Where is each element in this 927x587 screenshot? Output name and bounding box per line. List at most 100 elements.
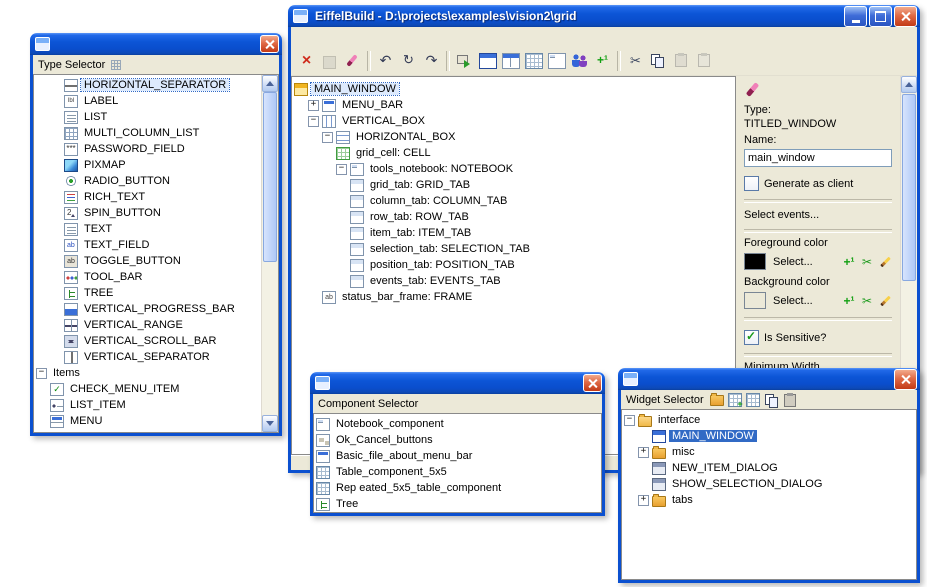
- tree-item[interactable]: VERTICAL_SEPARATOR: [36, 349, 259, 365]
- close-button[interactable]: [894, 6, 917, 27]
- menu-item[interactable]: [311, 35, 327, 39]
- close-button[interactable]: [894, 369, 917, 390]
- toolbar-button[interactable]: [397, 50, 420, 72]
- tree-item[interactable]: PIXMAP: [36, 157, 259, 173]
- tree-item[interactable]: LIST: [36, 109, 259, 125]
- folder-icon[interactable]: [710, 395, 724, 406]
- maximize-button[interactable]: [869, 6, 892, 27]
- tree-item[interactable]: LABEL: [36, 93, 259, 109]
- toolbar-button[interactable]: [318, 50, 341, 72]
- copy-icon[interactable]: [764, 393, 778, 407]
- eraser-icon[interactable]: [878, 255, 892, 269]
- tree-item[interactable]: TEXT: [36, 221, 259, 237]
- tree-item[interactable]: SHOW_SELECTION_DIALOG: [624, 476, 914, 492]
- add-grid-icon[interactable]: [728, 393, 742, 407]
- type-selector-scrollbar[interactable]: [261, 75, 278, 432]
- toolbar-button[interactable]: [647, 50, 670, 72]
- tree-item[interactable]: VERTICAL_PROGRESS_BAR: [36, 301, 259, 317]
- tree-item[interactable]: − tools_notebook: NOTEBOOK: [294, 161, 733, 177]
- tree-item[interactable]: item_tab: ITEM_TAB: [294, 225, 733, 241]
- grid-icon[interactable]: [746, 393, 760, 407]
- scrollbar-thumb[interactable]: [263, 92, 277, 262]
- tree-item[interactable]: NEW_ITEM_DIALOG: [624, 460, 914, 476]
- tree-item[interactable]: + tabs: [624, 492, 914, 508]
- expander-icon[interactable]: +: [638, 447, 649, 458]
- toolbar-button[interactable]: [453, 50, 476, 72]
- tree-item[interactable]: − interface: [624, 412, 914, 428]
- toolbar-button[interactable]: [545, 50, 568, 72]
- toolbar-button[interactable]: [568, 50, 591, 72]
- select-events-button[interactable]: Select events...: [744, 209, 892, 221]
- toolbar-button[interactable]: [295, 50, 318, 72]
- add-one-icon[interactable]: [842, 255, 856, 269]
- tree-item[interactable]: status_bar_frame: FRAME: [294, 289, 733, 305]
- toolbar-button[interactable]: [591, 50, 614, 72]
- tree-item[interactable]: + misc: [624, 444, 914, 460]
- scroll-down-button[interactable]: [262, 415, 278, 432]
- tree-item[interactable]: − VERTICAL_BOX: [294, 113, 733, 129]
- tree-item[interactable]: MAIN_WINDOW: [294, 81, 733, 97]
- dock-icon[interactable]: [111, 60, 121, 70]
- scroll-up-button[interactable]: [262, 75, 278, 92]
- eraser-icon[interactable]: [878, 294, 892, 308]
- tree-item[interactable]: MENU: [36, 413, 259, 429]
- widget-selector-title-bar[interactable]: [618, 368, 920, 390]
- toolbar-button[interactable]: [374, 50, 397, 72]
- tree-item[interactable]: TOGGLE_BUTTON: [36, 253, 259, 269]
- tree-item[interactable]: MULTI_COLUMN_LIST: [36, 125, 259, 141]
- list-item[interactable]: Basic_file_about_menu_bar: [316, 448, 599, 464]
- toolbar-button[interactable]: [693, 50, 716, 72]
- brush-icon[interactable]: [744, 81, 760, 97]
- tree-item[interactable]: PASSWORD_FIELD: [36, 141, 259, 157]
- tree-item[interactable]: − HORIZONTAL_BOX: [294, 129, 733, 145]
- pick-icon[interactable]: [860, 294, 874, 308]
- tree-item[interactable]: LIST_ITEM: [36, 397, 259, 413]
- main-title-bar[interactable]: EiffelBuild - D:\projects\examples\visio…: [288, 5, 920, 27]
- list-item[interactable]: Notebook_component: [316, 416, 599, 432]
- background-color-swatch[interactable]: [744, 292, 766, 309]
- toolbar-button[interactable]: [624, 50, 647, 72]
- scroll-up-button[interactable]: [901, 76, 917, 93]
- list-item[interactable]: Ok_Cancel_buttons: [316, 432, 599, 448]
- toolbar-button[interactable]: [341, 50, 364, 72]
- foreground-select-button[interactable]: Select...: [773, 256, 813, 268]
- tree-item[interactable]: TREE: [36, 285, 259, 301]
- scrollbar-thumb[interactable]: [902, 94, 916, 281]
- add-one-icon[interactable]: [842, 294, 856, 308]
- list-item[interactable]: Rep eated_5x5_table_component: [316, 480, 599, 496]
- tree-item[interactable]: VERTICAL_RANGE: [36, 317, 259, 333]
- expander-icon[interactable]: −: [322, 132, 333, 143]
- toolbar-button[interactable]: [522, 50, 545, 72]
- name-input[interactable]: [744, 149, 892, 167]
- tree-item[interactable]: TEXT_FIELD: [36, 237, 259, 253]
- tree-item[interactable]: SPIN_BUTTON: [36, 205, 259, 221]
- toolbar-button[interactable]: [670, 50, 693, 72]
- pick-icon[interactable]: [860, 255, 874, 269]
- tree-item[interactable]: RADIO_BUTTON: [36, 173, 259, 189]
- tree-item[interactable]: CHECK_MENU_ITEM: [36, 381, 259, 397]
- is-sensitive-checkbox[interactable]: [744, 330, 759, 345]
- expander-icon[interactable]: +: [638, 495, 649, 506]
- tree-item[interactable]: TOOL_BAR: [36, 269, 259, 285]
- type-selector-title-bar[interactable]: [30, 33, 282, 55]
- toolbar-button[interactable]: [499, 50, 522, 72]
- close-button[interactable]: [583, 374, 602, 392]
- generate-as-client-checkbox[interactable]: [744, 176, 759, 191]
- tree-item[interactable]: RICH_TEXT: [36, 189, 259, 205]
- tree-item[interactable]: column_tab: COLUMN_TAB: [294, 193, 733, 209]
- background-select-button[interactable]: Select...: [773, 295, 813, 307]
- toolbar-button[interactable]: [420, 50, 443, 72]
- tree-item[interactable]: HORIZONTAL_SEPARATOR: [36, 77, 259, 93]
- close-button[interactable]: [260, 35, 279, 53]
- expander-icon[interactable]: −: [308, 116, 319, 127]
- component-selector-title-bar[interactable]: [310, 372, 605, 394]
- tree-item[interactable]: VERTICAL_SCROLL_BAR: [36, 333, 259, 349]
- foreground-color-swatch[interactable]: [744, 253, 766, 270]
- expander-icon[interactable]: +: [308, 100, 319, 111]
- minimize-button[interactable]: [844, 6, 867, 27]
- expander-icon[interactable]: −: [336, 164, 347, 175]
- tree-item[interactable]: MAIN_WINDOW: [624, 428, 914, 444]
- expander-icon[interactable]: −: [36, 368, 47, 379]
- list-item[interactable]: Table_component_5x5: [316, 464, 599, 480]
- tree-item[interactable]: position_tab: POSITION_TAB: [294, 257, 733, 273]
